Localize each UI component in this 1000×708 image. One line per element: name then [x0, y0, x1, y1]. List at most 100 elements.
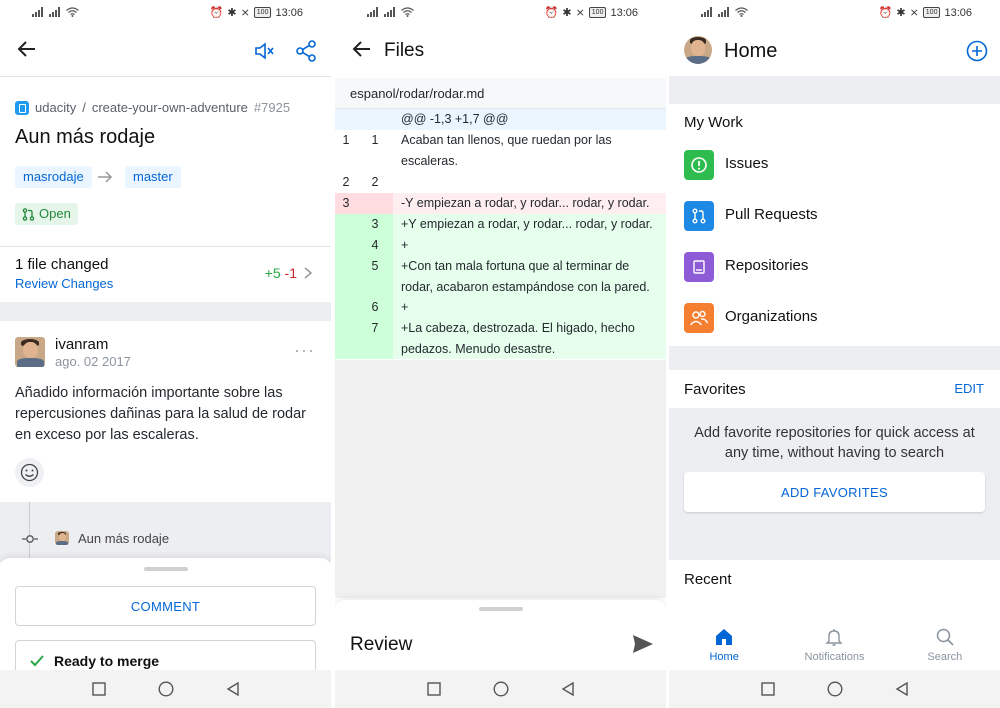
tab-label: Search [927, 651, 963, 663]
timeline-line [29, 502, 30, 562]
drag-handle[interactable] [478, 607, 523, 611]
signal-icon [367, 7, 379, 17]
status-bar: ⏰ ✱ ⨯ 100 13:06 [669, 0, 1000, 26]
home-nav-icon[interactable] [492, 681, 509, 697]
review-changes-link[interactable]: Review Changes [15, 276, 113, 291]
recents-icon[interactable] [760, 682, 775, 696]
divider [0, 76, 331, 77]
old-line-number: 3 [342, 196, 350, 210]
new-line-number: 4 [371, 238, 379, 252]
add-reaction-button[interactable] [15, 458, 44, 487]
back-arrow-icon[interactable] [351, 38, 373, 60]
diff-line-text: + [401, 238, 409, 252]
tab-home[interactable]: Home [669, 618, 779, 670]
comment-author[interactable]: ivanram [55, 336, 108, 353]
bluetooth-icon: ✱ [562, 7, 572, 19]
diff-line[interactable]: 6 + [335, 297, 666, 318]
pull-request-icon [22, 207, 35, 221]
pull-request-icon [684, 201, 714, 231]
pr-title: Aun más rodaje [15, 126, 156, 148]
diff-line-text: +La cabeza, destrozada. El higado, hecho… [401, 321, 635, 356]
diff-line[interactable]: @@ -1,3 +1,7 @@ [335, 109, 666, 130]
alarm-icon: ⏰ [544, 7, 559, 19]
work-item-label: Organizations [725, 308, 818, 325]
avatar[interactable] [15, 337, 45, 367]
diff-stats: +5 -1 [265, 265, 297, 281]
status-time: 13:06 [275, 6, 303, 19]
home-nav-icon[interactable] [157, 681, 174, 697]
repo-breadcrumb[interactable]: udacity / create-your-own-adventure #792… [15, 100, 290, 115]
bottom-tab-bar: Home Notifications Search [669, 618, 1000, 670]
back-nav-icon[interactable] [895, 682, 909, 696]
mute-icon: ⨯ [909, 7, 919, 19]
diff-line-text: -Y empiezan a rodar, y rodar... rodar, y… [401, 196, 650, 210]
diff-line[interactable]: 3 +Y empiezan a rodar, y rodar... rodar, … [335, 214, 666, 235]
section-gap [0, 302, 331, 321]
check-icon [30, 654, 44, 666]
diff-line[interactable]: 5 +Con tan mala fortuna que al terminar d… [335, 256, 666, 297]
repo-separator: / [82, 100, 86, 115]
new-line-number: 6 [371, 300, 379, 314]
repo-name: create-your-own-adventure [91, 100, 248, 115]
diff-background [335, 360, 666, 598]
merge-status-label: Ready to merge [54, 652, 160, 669]
send-icon[interactable] [632, 634, 654, 654]
work-item-issues[interactable]: Issues [669, 139, 1000, 190]
tab-notifications[interactable]: Notifications [779, 618, 889, 670]
share-icon[interactable] [295, 40, 317, 62]
diff-line[interactable]: 7 +La cabeza, destrozada. El higado, hech… [335, 318, 666, 359]
work-item-label: Pull Requests [725, 206, 818, 223]
status-right: ⏰ ✱ ⨯ 100 13:06 [878, 6, 972, 20]
new-line-number: 1 [371, 133, 379, 147]
work-item-pull-requests[interactable]: Pull Requests [669, 190, 1000, 241]
back-arrow-icon[interactable] [16, 38, 38, 60]
mute-icon[interactable] [253, 40, 275, 62]
add-icon[interactable] [966, 40, 988, 62]
battery-icon: 100 [588, 7, 607, 18]
tab-search[interactable]: Search [890, 618, 1000, 670]
diff-gutter [335, 256, 393, 297]
alarm-icon: ⏰ [878, 7, 893, 19]
diff-gutter [335, 214, 393, 235]
new-line-number: 2 [371, 175, 379, 189]
status-right: ⏰ ✱ ⨯ 100 13:06 [210, 6, 303, 20]
wifi-icon [401, 7, 414, 17]
diff-line-text: +Con tan mala fortuna que al terminar de… [401, 259, 650, 294]
home-nav-icon[interactable] [826, 681, 843, 697]
recents-icon[interactable] [426, 682, 441, 696]
signal-icon [718, 7, 730, 17]
favorites-edit-button[interactable]: EDIT [954, 381, 984, 396]
files-changed-label[interactable]: 1 file changed [15, 256, 108, 273]
wifi-icon [66, 7, 79, 17]
commit-message[interactable]: Aun más rodaje [78, 531, 169, 546]
diff-line[interactable]: 1 1 Acaban tan llenos, que ruedan por las … [335, 130, 666, 172]
issue-icon [684, 150, 714, 180]
diff-line[interactable]: 3 -Y empiezan a rodar, y rodar... rodar, … [335, 193, 666, 214]
screens: ⏰ ✱ ⨯ 100 13:06 udacity / create-your-ow… [0, 0, 1000, 708]
more-options-icon[interactable]: ··· [294, 340, 315, 361]
avatar[interactable] [684, 36, 712, 64]
tab-label: Notifications [804, 651, 865, 663]
file-path: espanol/rodar/rodar.md [335, 78, 666, 109]
status-right: ⏰ ✱ ⨯ 100 13:06 [544, 6, 638, 20]
new-line-number: 7 [371, 321, 379, 335]
chevron-right-icon[interactable] [303, 266, 313, 280]
back-nav-icon[interactable] [226, 682, 240, 696]
commit-author-avatar [55, 531, 69, 545]
add-favorites-button[interactable]: ADD FAVORITES [684, 472, 985, 512]
diff-line[interactable]: 4 + [335, 235, 666, 256]
app-bar [0, 28, 331, 74]
comment-button[interactable]: COMMENT [15, 586, 316, 626]
home-screen: ⏰ ✱ ⨯ 100 13:06 Home My Work Issues Pull [669, 0, 1000, 708]
status-time: 13:06 [610, 6, 638, 19]
work-item-organizations[interactable]: Organizations [669, 292, 1000, 343]
drag-handle[interactable] [143, 567, 188, 571]
back-nav-icon[interactable] [561, 682, 575, 696]
recents-icon[interactable] [91, 682, 106, 696]
review-label[interactable]: Review [350, 634, 412, 656]
old-line-number: 2 [342, 175, 350, 189]
work-item-repositories[interactable]: Repositories [669, 241, 1000, 292]
mute-icon: ⨯ [240, 7, 250, 19]
my-work-header: My Work [684, 114, 743, 131]
diff-line[interactable]: 22 [335, 172, 666, 193]
